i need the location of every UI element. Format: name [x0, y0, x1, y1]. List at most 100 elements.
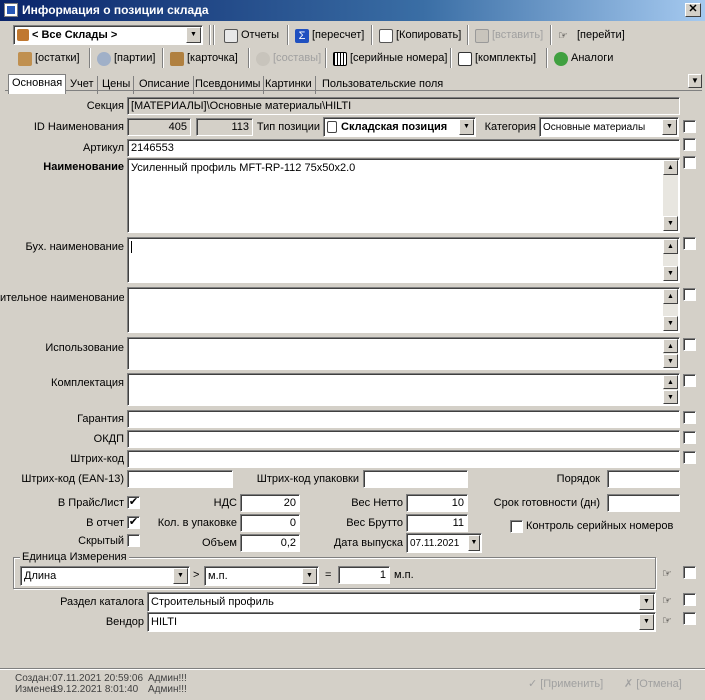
scrollbar[interactable]: ▲ ▼ — [663, 239, 678, 281]
warranty-field[interactable] — [127, 410, 680, 428]
vat-field[interactable]: 20 — [240, 494, 300, 512]
scrollbar[interactable]: ▲ ▼ — [663, 339, 678, 368]
catalog-section-select[interactable]: Строительный профиль ▼ — [147, 592, 656, 612]
pointing-hand-icon[interactable]: ☞ — [662, 614, 679, 628]
category-checkbox[interactable] — [683, 120, 696, 133]
scrollbar[interactable]: ▲ ▼ — [663, 160, 678, 231]
ext-name-checkbox[interactable] — [683, 288, 696, 301]
chevron-down-icon: ▼ — [691, 76, 699, 85]
catalog-section-checkbox[interactable] — [683, 593, 696, 606]
volume-field[interactable]: 0,2 — [240, 534, 300, 552]
warehouse-value: < Все Склады > — [32, 29, 118, 41]
okdp-field[interactable] — [127, 430, 680, 448]
scroll-up-icon[interactable]: ▲ — [663, 289, 678, 304]
copy-button[interactable]: [Копировать] — [376, 25, 464, 46]
usage-checkbox[interactable] — [683, 338, 696, 351]
tab-description[interactable]: Описание — [136, 76, 194, 94]
scrollbar[interactable]: ▲ ▼ — [663, 289, 678, 331]
tabs-menu-button[interactable]: ▼ — [688, 74, 702, 88]
scroll-up-icon[interactable]: ▲ — [663, 239, 678, 254]
chevron-down-icon[interactable]: ▼ — [302, 568, 317, 584]
chevron-down-icon[interactable]: ▼ — [468, 535, 480, 551]
scroll-up-icon[interactable]: ▲ — [663, 375, 678, 389]
scroll-down-icon[interactable]: ▼ — [663, 316, 678, 331]
scroll-up-icon[interactable]: ▲ — [663, 160, 678, 175]
scroll-down-icon[interactable]: ▼ — [663, 216, 678, 231]
net-weight-field[interactable]: 10 — [406, 494, 468, 512]
scroll-down-icon[interactable]: ▼ — [663, 354, 678, 368]
reports-button[interactable]: Отчеты — [221, 25, 282, 46]
barcode-field[interactable] — [127, 450, 680, 468]
apply-button[interactable]: ✓ [Применить] — [528, 676, 603, 692]
unit2-label: м.п. — [394, 569, 414, 581]
unit-factor-field[interactable]: 1 — [338, 566, 390, 584]
goto-button[interactable]: ☞ [перейти] — [555, 25, 628, 46]
unit-kind-select[interactable]: Длина ▼ — [20, 566, 190, 586]
okdp-checkbox[interactable] — [683, 431, 696, 444]
barcode-checkbox[interactable] — [683, 451, 696, 464]
tab-custom-fields[interactable]: Пользовательские поля — [319, 76, 446, 94]
pointing-hand-icon[interactable]: ☞ — [662, 567, 679, 581]
scroll-down-icon[interactable]: ▼ — [663, 390, 678, 404]
chevron-down-icon[interactable]: ▼ — [639, 614, 654, 630]
chevron-down-icon[interactable]: ▼ — [639, 594, 654, 610]
ext-name-field[interactable]: ▲ ▼ — [127, 287, 680, 333]
type-label: Тип позиции — [256, 121, 320, 133]
card-button[interactable]: [карточка] — [167, 48, 241, 69]
tab-aliases[interactable]: Псевдонимы — [192, 76, 265, 94]
unit-select[interactable]: м.п. ▼ — [204, 566, 319, 586]
hidden-checkbox[interactable] — [127, 534, 140, 547]
warehouse-select[interactable]: < Все Склады > ▼ — [13, 25, 203, 45]
release-date-picker[interactable]: 07.11.2021 ▼ — [406, 533, 482, 553]
report-checkbox[interactable] — [127, 516, 140, 529]
scroll-up-icon[interactable]: ▲ — [663, 339, 678, 353]
scroll-down-icon[interactable]: ▼ — [663, 266, 678, 281]
pointing-hand-icon[interactable]: ☞ — [662, 594, 679, 608]
chevron-down-icon[interactable]: ▼ — [173, 568, 188, 584]
close-button[interactable]: ✕ — [685, 3, 701, 17]
id-label: ID Наименования — [33, 121, 124, 133]
article-checkbox[interactable] — [683, 138, 696, 151]
pack-qty-field[interactable]: 0 — [240, 514, 300, 532]
recalc-button[interactable]: Σ [пересчет] — [292, 25, 367, 46]
name-field[interactable]: Усиленный профиль MFT-RP-112 75х50х2.0 ▲… — [127, 158, 680, 233]
serials-button[interactable]: [серийные номера] — [330, 48, 450, 69]
tab-main[interactable]: Основная — [8, 74, 67, 94]
article-label: Артикул — [82, 142, 124, 154]
ready-field[interactable] — [607, 494, 680, 512]
compositions-button[interactable]: [составы] — [253, 48, 324, 69]
ean13-field[interactable] — [127, 470, 233, 488]
kit-checkbox[interactable] — [683, 374, 696, 387]
pack-barcode-field[interactable] — [363, 470, 468, 488]
pricelist-checkbox[interactable] — [127, 496, 140, 509]
stock-button[interactable]: [остатки] — [15, 48, 83, 69]
kit-field[interactable]: ▲ ▼ — [127, 373, 680, 406]
category-select[interactable]: Основные материалы ▼ — [539, 117, 679, 137]
acc-name-checkbox[interactable] — [683, 237, 696, 250]
paste-button[interactable]: [вставить] — [472, 25, 546, 46]
type-select[interactable]: Складская позиция ▼ — [323, 117, 476, 137]
order-field[interactable] — [607, 470, 680, 488]
serial-control-checkbox[interactable] — [510, 520, 523, 533]
usage-field[interactable]: ▲ ▼ — [127, 337, 680, 370]
gross-weight-field[interactable]: 11 — [406, 514, 468, 532]
article-field[interactable]: 2146553 — [127, 139, 680, 157]
pointing-hand-icon: ☞ — [558, 29, 568, 42]
unit-checkbox[interactable] — [683, 566, 696, 579]
chevron-down-icon[interactable]: ▼ — [459, 119, 474, 135]
tab-accounting[interactable]: Учет — [67, 76, 98, 94]
batches-button[interactable]: [партии] — [94, 48, 158, 69]
analogs-button[interactable]: Аналоги — [551, 48, 616, 69]
vendor-select[interactable]: HILTI ▼ — [147, 612, 656, 632]
chevron-down-icon[interactable]: ▼ — [186, 27, 201, 43]
scrollbar[interactable]: ▲ ▼ — [663, 375, 678, 404]
acc-name-field[interactable]: ▲ ▼ — [127, 237, 680, 283]
tab-pictures[interactable]: Картинки — [262, 76, 316, 94]
name-checkbox[interactable] — [683, 156, 696, 169]
vendor-checkbox[interactable] — [683, 612, 696, 625]
warranty-checkbox[interactable] — [683, 411, 696, 424]
chevron-down-icon[interactable]: ▼ — [662, 119, 677, 135]
tab-prices[interactable]: Цены — [99, 76, 135, 94]
kits-button[interactable]: [комплекты] — [455, 48, 539, 69]
cancel-button[interactable]: ✗ [Отмена] — [624, 676, 682, 692]
